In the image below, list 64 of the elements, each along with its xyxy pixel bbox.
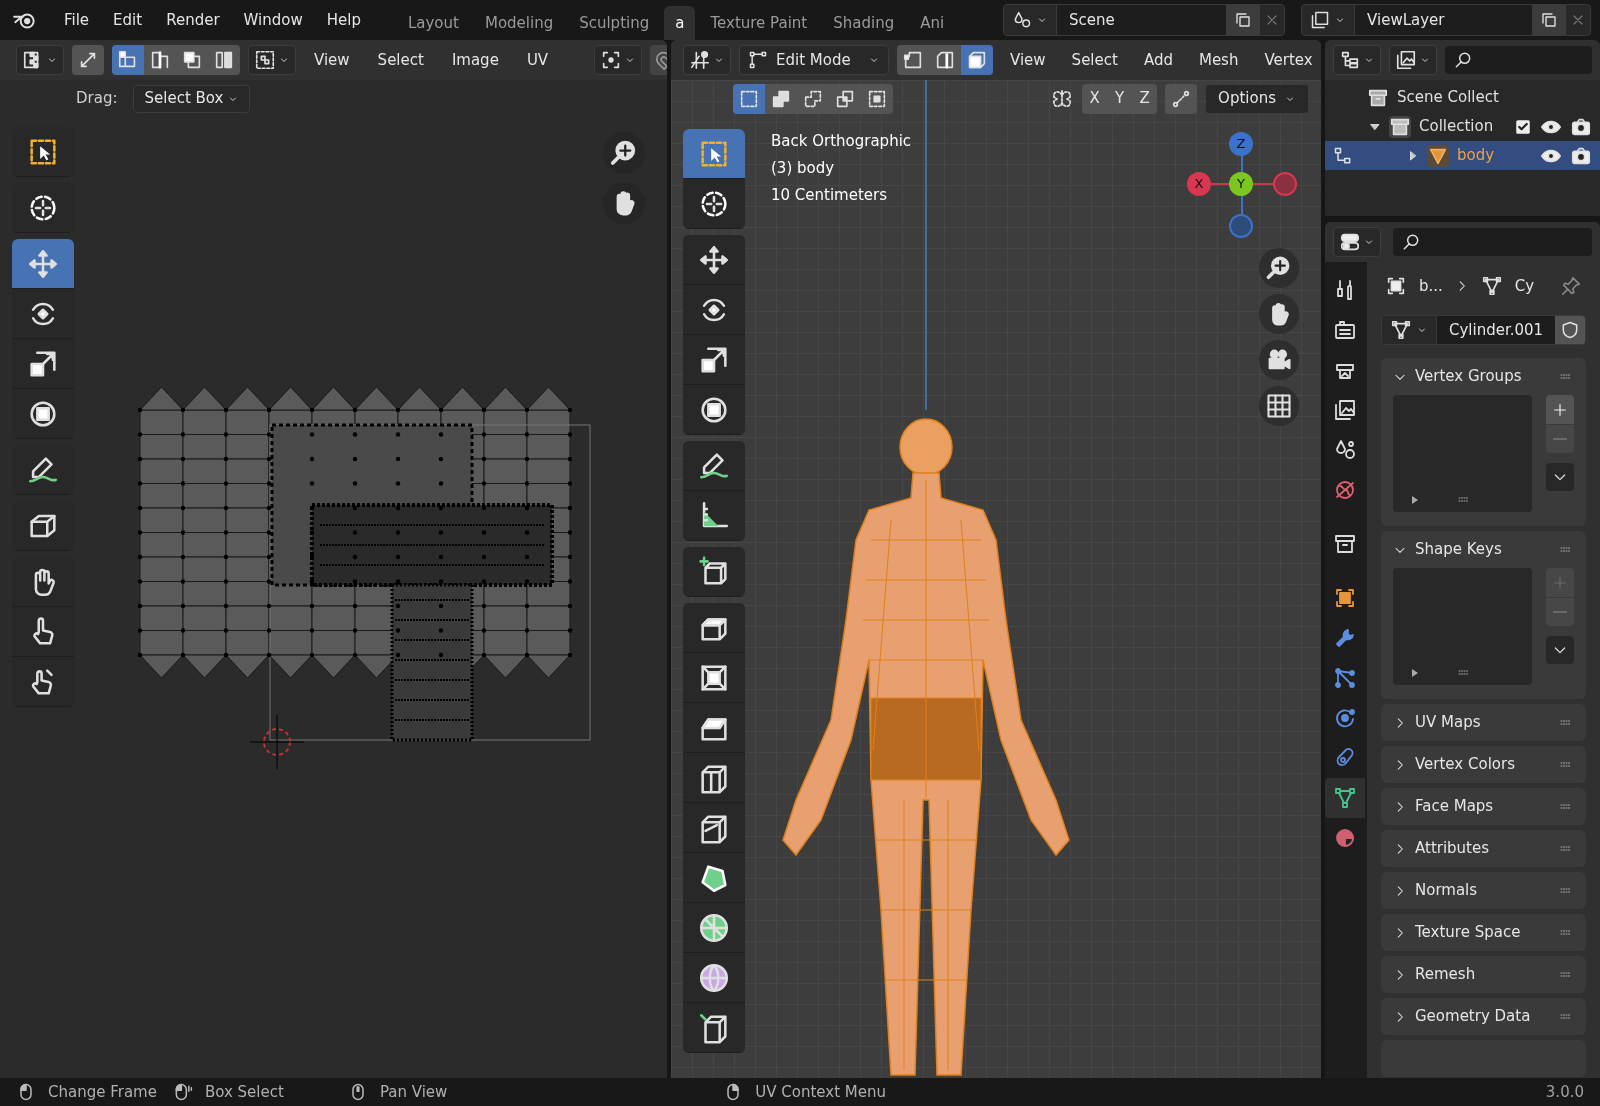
workspace-tab[interactable]: Texture Paint xyxy=(699,6,819,40)
hint-label: Change Frame xyxy=(48,1081,157,1103)
menu-item[interactable]: Image xyxy=(441,48,509,72)
panel-title: Face Maps xyxy=(1415,796,1495,818)
menu-item[interactable]: View xyxy=(304,48,360,72)
menu-item[interactable]: Select xyxy=(1062,48,1127,72)
hint-label: Pan View xyxy=(379,1081,448,1103)
panel-header[interactable]: Remesh xyxy=(1381,956,1586,993)
viewport-info-text: Back Orthographic xyxy=(771,131,912,152)
axis-z-handle[interactable]: Z xyxy=(1229,132,1253,156)
panel-title: Remesh xyxy=(1415,964,1477,986)
menu-item[interactable]: Window xyxy=(233,4,313,36)
menu-item[interactable]: Render xyxy=(156,4,230,36)
axis-x-handle[interactable]: X xyxy=(1187,172,1211,196)
panel-header[interactable]: UV Maps xyxy=(1381,704,1586,741)
menu-item[interactable]: UV xyxy=(516,48,559,72)
panel-header[interactable]: Texture Space xyxy=(1381,914,1586,951)
panel-title: Attributes xyxy=(1415,838,1491,860)
drag-dropdown[interactable]: Select Box xyxy=(133,84,251,113)
axis-toggle[interactable]: Z xyxy=(1132,83,1158,114)
panel-header[interactable]: Geometry Data xyxy=(1381,998,1586,1035)
menu-item[interactable]: File xyxy=(54,4,100,36)
workspace-tab[interactable]: Layout xyxy=(396,6,470,40)
menu-item[interactable]: Select xyxy=(367,48,434,72)
panel-title: Shape Keys xyxy=(1415,539,1503,561)
breadcrumb-item: Cy xyxy=(1514,275,1536,297)
panel-title: UV Maps xyxy=(1415,712,1482,734)
menu-item[interactable]: Mesh xyxy=(1189,48,1248,72)
hint-label: Box Select xyxy=(204,1081,284,1103)
panel-title: Geometry Data xyxy=(1415,1006,1532,1028)
hint-label: UV Context Menu xyxy=(755,1081,887,1103)
menu-item[interactable]: Vertex xyxy=(1255,48,1321,72)
item-label: Collection xyxy=(1419,116,1495,138)
panel-header[interactable]: Vertex Colors xyxy=(1381,746,1586,783)
menu-item[interactable]: Add xyxy=(1134,48,1182,72)
menu-item[interactable]: Edit xyxy=(103,4,153,36)
panel-header[interactable]: Normals xyxy=(1381,872,1586,909)
drag-label: Drag: xyxy=(76,88,118,110)
options-dropdown[interactable]: Options xyxy=(1205,83,1309,114)
item-label: Scene Collect xyxy=(1397,87,1500,109)
outliner-row[interactable]: body xyxy=(1325,141,1600,170)
panel-header[interactable]: Face Maps xyxy=(1381,788,1586,825)
workspace-tab[interactable]: Modeling xyxy=(473,6,565,40)
axis-toggle[interactable]: X xyxy=(1082,83,1108,114)
menu-item[interactable]: View xyxy=(1001,48,1055,72)
mode-dropdown[interactable]: Edit Mode xyxy=(739,45,889,75)
item-label: body xyxy=(1457,145,1496,167)
panel-title: Normals xyxy=(1415,880,1479,902)
workspace-tab[interactable]: Sculpting xyxy=(568,6,661,40)
axis-y-handle[interactable]: Y xyxy=(1229,172,1253,196)
panel-title: Texture Space xyxy=(1415,922,1522,944)
workspace-tab[interactable]: a xyxy=(664,6,696,40)
workspace-tab[interactable]: Ani xyxy=(909,6,956,40)
viewport-info-text: (3) body xyxy=(771,158,836,179)
axis-toggle[interactable]: Y xyxy=(1107,83,1133,114)
version-label: 3.0.0 xyxy=(1545,1081,1584,1103)
workspace-tab[interactable]: Shading xyxy=(822,6,906,40)
menu-item[interactable]: Help xyxy=(316,4,371,36)
panel-header[interactable]: Attributes xyxy=(1381,830,1586,867)
breadcrumb-item: b... xyxy=(1419,275,1443,297)
panel-title: Vertex Groups xyxy=(1415,366,1523,388)
panel-title: Vertex Colors xyxy=(1415,754,1516,776)
outliner-row[interactable]: Collection xyxy=(1325,112,1600,141)
viewport-info-text: 10 Centimeters xyxy=(771,185,889,206)
